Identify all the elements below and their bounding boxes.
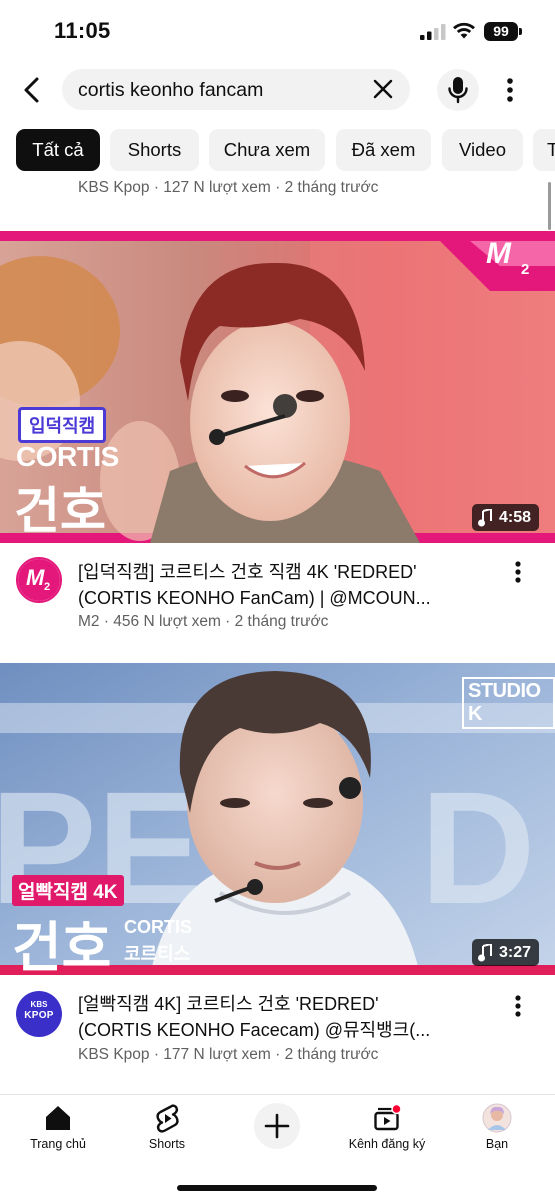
duration-text: 3:27 [499, 943, 532, 961]
video-title-line2: (CORTIS KEONHO FanCam) | @MCOUN... [78, 588, 431, 608]
chip-unwatched[interactable]: Chưa xem [209, 129, 325, 171]
nav-you[interactable]: Bạn [447, 1095, 547, 1159]
thumbnail-group: CORTIS [124, 917, 193, 937]
wifi-icon [453, 22, 475, 39]
video-menu-button[interactable] [506, 557, 530, 587]
video-title[interactable]: [입덕직캠] 코르티스 건호 직캠 4K 'REDRED' (CORTIS KE… [78, 559, 488, 611]
more-options-button[interactable] [496, 74, 524, 106]
chip-more[interactable]: T [533, 129, 555, 171]
thumbnail-group: CORTIS [16, 441, 119, 472]
avatar-sub: KPOP [24, 1010, 54, 1021]
avatar-text: M [26, 565, 45, 590]
back-button[interactable] [14, 72, 50, 108]
video-title-line1: [입덕직캠] 코르티스 건호 직캠 4K 'REDRED' [78, 562, 417, 582]
nav-home-label: Trang chủ [30, 1137, 86, 1151]
thumbnail-group-kr: 코르티스 [124, 944, 191, 964]
chip-all[interactable]: Tất cả [16, 129, 100, 171]
video-menu-button[interactable] [506, 991, 530, 1021]
thumbnail-tag: 얼빡직캠 4K [12, 875, 124, 906]
status-bar: 11:05 99 [0, 0, 555, 62]
scrollbar-thumb[interactable] [548, 182, 551, 230]
more-vertical-icon [515, 561, 521, 583]
shorts-icon [156, 1104, 179, 1133]
m2-logo-text: M [486, 237, 511, 270]
m2-logo-sub: 2 [521, 261, 530, 278]
studio-k-logo: STUDIO K [462, 677, 555, 729]
avatar-text: KBS [30, 1000, 48, 1009]
chip-shorts[interactable]: Shorts [110, 129, 199, 171]
status-time: 11:05 [54, 18, 111, 43]
thumbnail-name: 건호 [12, 918, 112, 975]
more-vertical-icon [515, 995, 521, 1017]
home-indicator [177, 1185, 377, 1191]
nav-shorts-label: Shorts [148, 1137, 186, 1151]
chip-watched[interactable]: Đã xem [336, 129, 431, 171]
video-title-line2: (CORTIS KEONHO Facecam) @뮤직뱅크(... [78, 1020, 431, 1040]
duration-badge: 3:27 [472, 939, 540, 966]
search-header: cortis keonho fancam [0, 62, 555, 120]
nav-you-label: Bạn [485, 1137, 509, 1151]
battery-indicator: 99 [484, 22, 522, 41]
music-note-icon [478, 943, 492, 961]
bottom-navigation: Trang chủ Shorts Kênh đăng ký Bạn [0, 1094, 555, 1200]
nav-subscriptions-label: Kênh đăng ký [348, 1137, 426, 1151]
plus-icon [264, 1113, 290, 1139]
duration-badge: 4:58 [472, 504, 540, 531]
video-thumbnail[interactable]: M 2 입덕직캠 CORTIS 건호 4:58 [0, 231, 555, 543]
filter-chips: Tất cả Shorts Chưa xem Đã xem Video T [0, 129, 555, 171]
music-note-icon [478, 508, 492, 526]
video-meta: M2 · 456 N lượt xem · 2 tháng trước [78, 613, 329, 630]
home-icon [46, 1106, 70, 1130]
search-input[interactable]: cortis keonho fancam [62, 69, 410, 110]
microphone-icon [448, 77, 468, 104]
clear-search-button[interactable] [370, 76, 396, 102]
nav-shorts[interactable]: Shorts [117, 1095, 217, 1159]
create-button[interactable] [254, 1103, 300, 1149]
video-title[interactable]: [얼빡직캠 4K] 코르티스 건호 'REDRED' (CORTIS KEONH… [78, 991, 488, 1043]
thumbnail-name: 건호 [14, 483, 106, 539]
subscriptions-icon [374, 1103, 402, 1131]
profile-avatar-icon [482, 1103, 512, 1133]
channel-avatar[interactable]: M 2 [16, 557, 62, 603]
close-icon [373, 79, 393, 99]
svg-text:D: D [420, 758, 536, 937]
duration-text: 4:58 [499, 508, 532, 526]
nav-home[interactable]: Trang chủ [8, 1095, 108, 1159]
video-title-line1: [얼빡직캠 4K] 코르티스 건호 'REDRED' [78, 994, 379, 1014]
previous-video-meta: KBS Kpop · 127 N lượt xem · 2 tháng trướ… [78, 179, 379, 196]
search-query-text: cortis keonho fancam [78, 79, 264, 101]
thumbnail-tag: 입덕직캠 [18, 407, 107, 443]
avatar-sub: 2 [44, 581, 51, 593]
video-meta: KBS Kpop · 177 N lượt xem · 2 tháng trướ… [78, 1046, 379, 1063]
video-thumbnail[interactable]: PE D STUDIO K 얼빡직캠 4K 건호 CORTIS 코르티스 3:2… [0, 663, 555, 975]
cellular-signal-icon [420, 24, 446, 40]
voice-search-button[interactable] [437, 69, 479, 111]
back-arrow-icon [24, 77, 39, 103]
channel-avatar[interactable]: KBS KPOP [16, 991, 62, 1037]
nav-subscriptions[interactable]: Kênh đăng ký [337, 1095, 437, 1159]
more-vertical-icon [507, 78, 513, 102]
chip-video[interactable]: Video [442, 129, 523, 171]
